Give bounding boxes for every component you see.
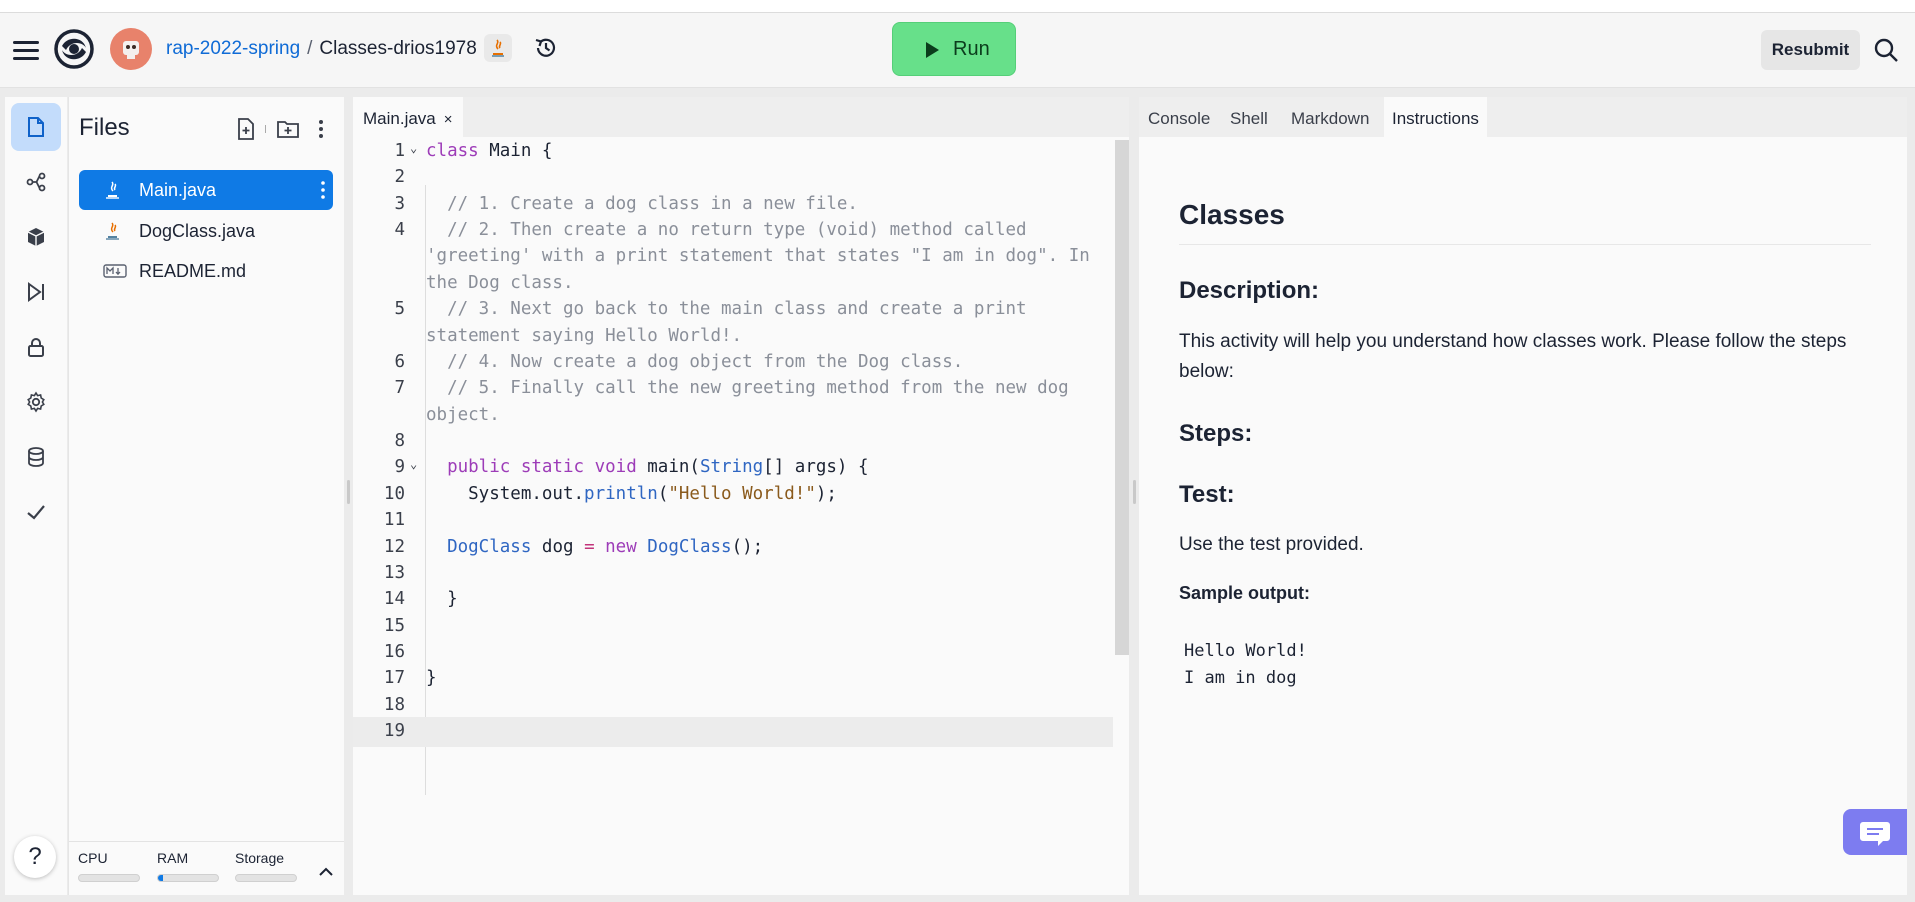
lock-icon <box>28 338 44 357</box>
tab-main-java[interactable]: Main.java × <box>353 97 463 137</box>
resource-usage: CPU RAM Storage <box>69 841 344 896</box>
steps-heading: Steps: <box>1179 420 1253 447</box>
cpu-label: CPU <box>78 850 108 866</box>
tab-console[interactable]: Console <box>1140 97 1218 137</box>
file-name: DogClass.java <box>139 221 256 241</box>
rail-files[interactable] <box>11 103 61 151</box>
team-avatar[interactable] <box>110 28 152 70</box>
browser-top-edge <box>0 0 1915 13</box>
files-panel-title: Files <box>79 114 130 141</box>
file-item-readme-md[interactable]: README.md <box>79 251 333 291</box>
rail-debugger[interactable] <box>11 268 61 316</box>
team-link[interactable]: rap-2022-spring <box>166 38 300 59</box>
storage-bar <box>235 874 297 882</box>
instructions-panel: Classes Description: This activity will … <box>1139 137 1907 895</box>
java-language-badge[interactable] <box>484 34 512 62</box>
tab-markdown[interactable]: Markdown <box>1283 97 1377 137</box>
cpu-bar <box>78 874 140 882</box>
ram-bar <box>157 874 219 882</box>
fold-icon[interactable]: ⌄ <box>410 141 417 155</box>
help-button[interactable]: ? <box>14 836 56 878</box>
java-icon <box>492 39 504 57</box>
play-icon <box>926 42 939 58</box>
app-logo-icon[interactable] <box>53 28 95 70</box>
new-file-icon[interactable] <box>234 117 258 141</box>
markdown-icon <box>103 264 127 278</box>
sample-output-code: Hello World! I am in dog <box>1184 641 1307 688</box>
rail-settings[interactable] <box>11 378 61 426</box>
rail-secrets[interactable] <box>11 323 61 371</box>
search-icon[interactable] <box>1873 37 1899 63</box>
debugger-icon <box>28 282 44 302</box>
breadcrumb: rap-2022-spring / Classes-drios1978 <box>166 38 477 60</box>
test-text: Use the test provided. <box>1179 534 1364 555</box>
gear-icon <box>27 391 45 413</box>
checkmark-icon <box>27 505 45 520</box>
java-icon <box>106 222 119 240</box>
java-icon <box>106 181 119 199</box>
chevron-up-icon[interactable] <box>316 862 336 882</box>
tool-rail: ? <box>5 97 67 895</box>
description-text: This activity will help you understand h… <box>1179 331 1847 382</box>
tab-instructions[interactable]: Instructions <box>1384 97 1487 137</box>
breadcrumb-separator: / <box>307 38 313 59</box>
instructions-title: Classes <box>1179 199 1285 230</box>
editor-scrollbar[interactable] <box>1115 140 1129 655</box>
code-line-current: 19 <box>353 717 1113 747</box>
editor-tab-bar: Main.java × <box>353 97 1129 137</box>
rail-tests[interactable] <box>11 488 61 536</box>
more-options-icon[interactable] <box>309 117 333 141</box>
git-branch-icon <box>26 172 46 192</box>
repl-name[interactable]: Classes-drios1978 <box>319 38 476 59</box>
close-icon[interactable]: × <box>444 111 453 128</box>
files-panel: Files Main.java DogClass.java README.md … <box>68 97 344 895</box>
file-item-main-java[interactable]: Main.java <box>79 170 333 210</box>
run-button-label: Run <box>953 38 990 60</box>
icon-divider <box>265 125 266 133</box>
test-heading: Test: <box>1179 481 1235 508</box>
package-icon <box>27 228 45 246</box>
panel-resize-handle[interactable] <box>347 480 350 504</box>
ram-label: RAM <box>157 850 189 866</box>
menu-icon[interactable] <box>13 39 39 61</box>
description-heading: Description: <box>1179 277 1320 304</box>
resubmit-button[interactable]: Resubmit <box>1761 30 1860 70</box>
code-editor[interactable]: 1 ⌄ class Main { 2 3 // 1. Create a dog cl… <box>353 137 1113 895</box>
fold-icon[interactable]: ⌄ <box>410 457 417 471</box>
sample-output-heading: Sample output: <box>1179 583 1310 603</box>
team-avatar-icon <box>123 41 139 59</box>
rail-version-control[interactable] <box>11 158 61 206</box>
database-icon <box>28 447 44 467</box>
panel-resize-handle[interactable] <box>1133 480 1136 504</box>
ram-fill <box>158 875 163 881</box>
file-item-dogclass-java[interactable]: DogClass.java <box>79 211 333 251</box>
chat-button[interactable] <box>1843 809 1907 855</box>
file-icon <box>28 117 44 137</box>
new-folder-icon[interactable] <box>276 117 300 141</box>
file-name: README.md <box>139 261 247 281</box>
file-menu-icon[interactable] <box>321 181 325 199</box>
workspace-header: rap-2022-spring / Classes-drios1978 Run Re… <box>0 13 1915 88</box>
title-divider <box>1179 244 1871 245</box>
file-name: Main.java <box>139 180 217 200</box>
history-icon[interactable] <box>533 35 559 61</box>
tab-label: Main.java <box>363 109 436 128</box>
chat-icon <box>1860 822 1890 846</box>
right-tab-bar: Console Shell Markdown Instructions <box>1139 97 1907 137</box>
run-button[interactable]: Run <box>892 22 1016 76</box>
editor-pane: Main.java × 1 ⌄ class Main { 2 3 // 1. Crea… <box>353 97 1129 895</box>
rail-packages[interactable] <box>11 213 61 261</box>
tab-shell[interactable]: Shell <box>1222 97 1276 137</box>
storage-label: Storage <box>235 850 285 866</box>
rail-database[interactable] <box>11 433 61 481</box>
